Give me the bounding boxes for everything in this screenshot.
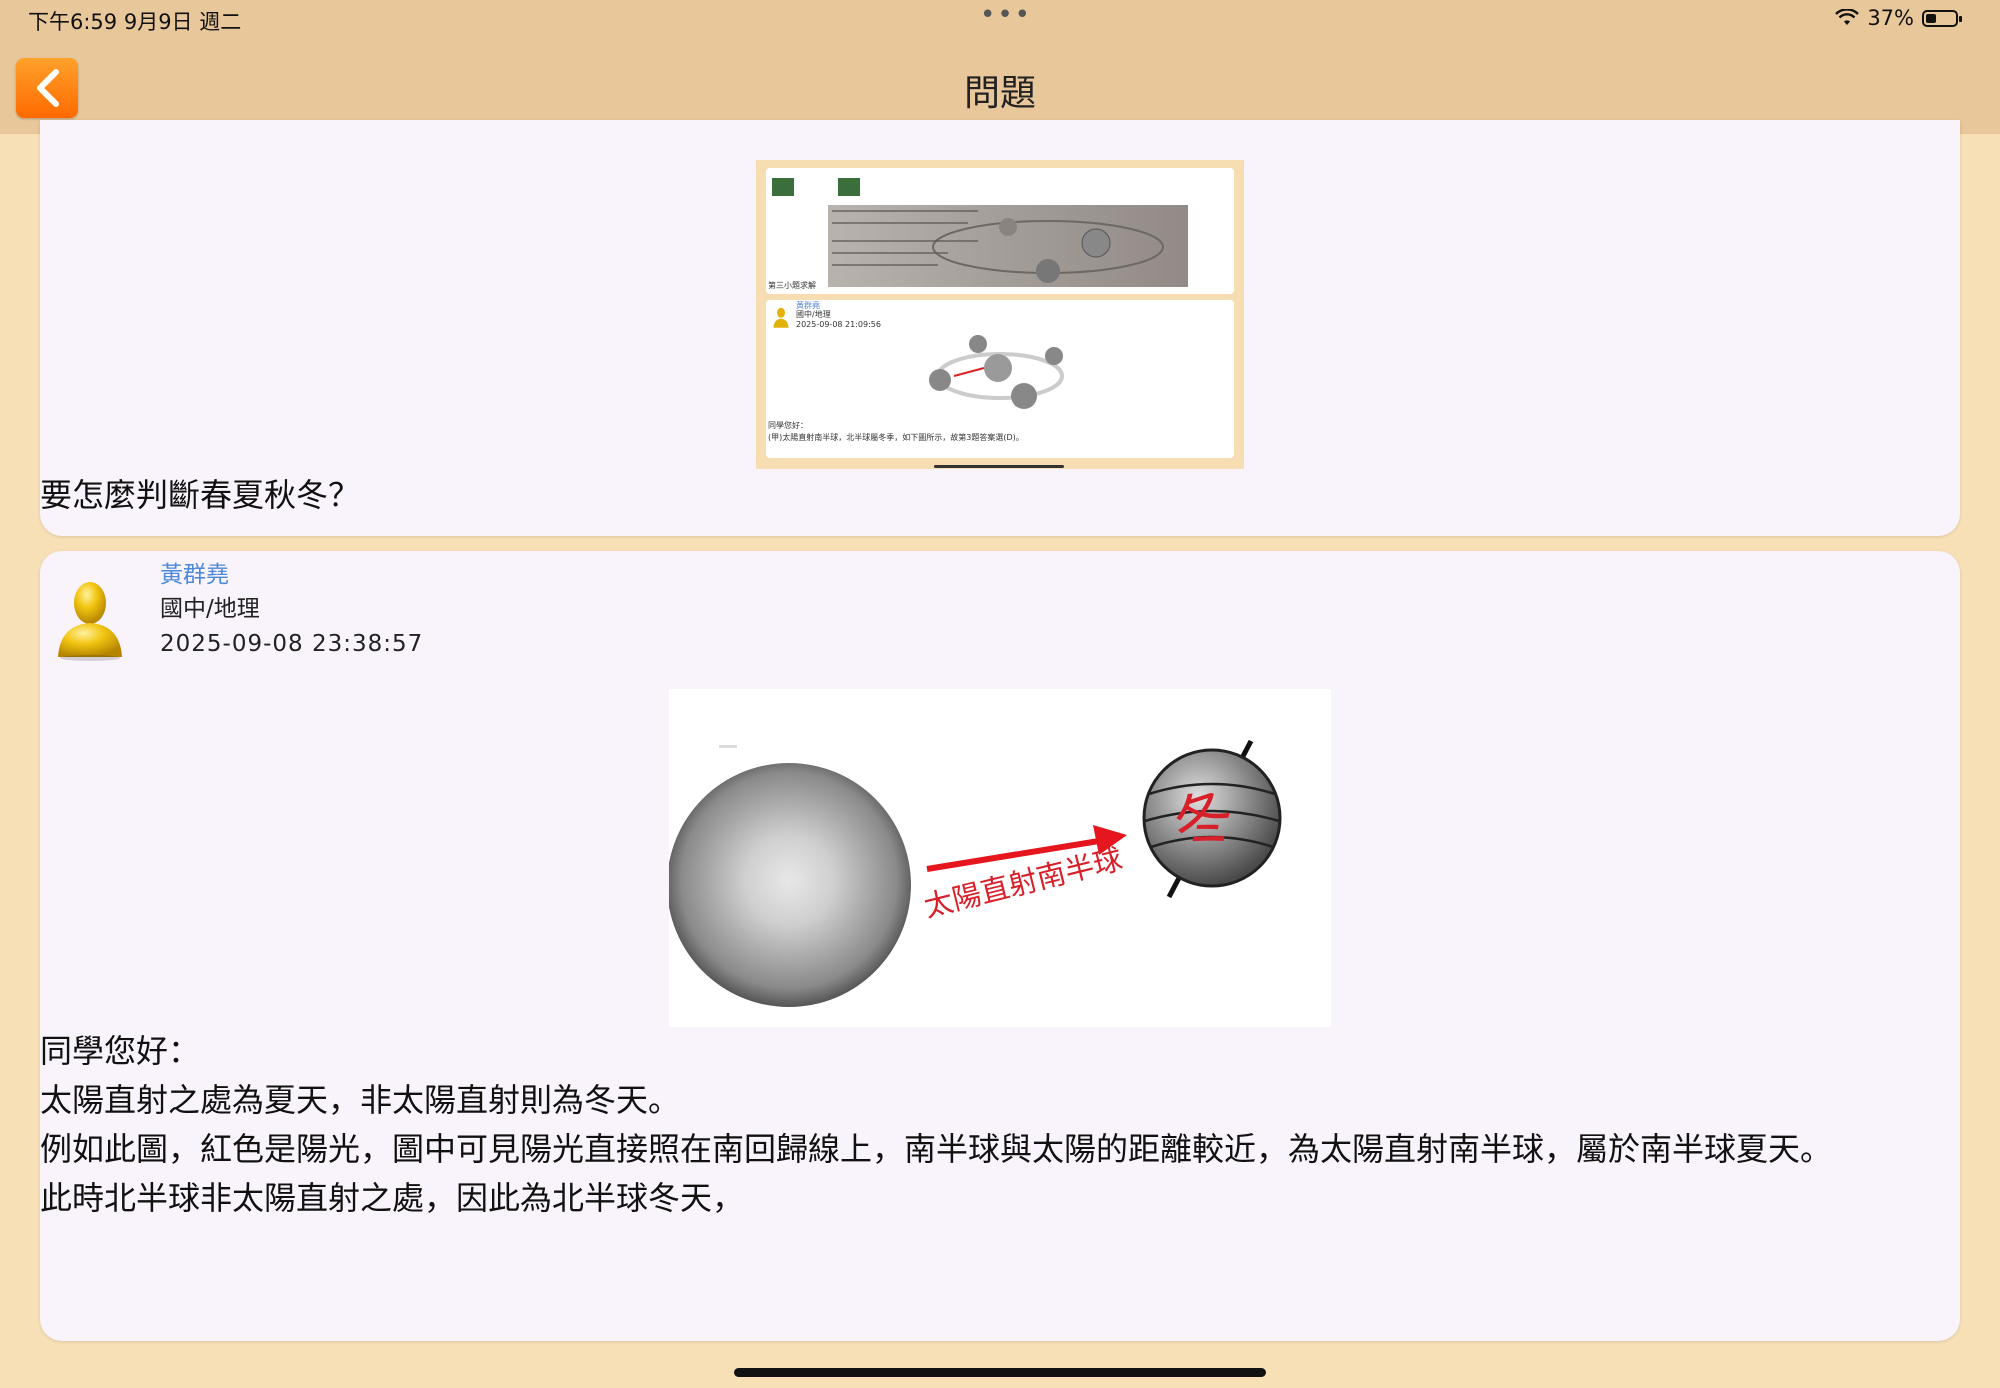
thumb-reply-panel: 黃群堯 國中/地理 2025-09-08 21:09:56 同學您好： (甲)太… <box>766 300 1234 458</box>
reply-line: 例如此圖，紅色是陽光，圖中可見陽光直接照在南回歸線上，南半球與太陽的距離較近，為… <box>40 1130 1833 1168</box>
reply-line: 此時北半球非太陽直射之處，因此為北半球冬天， <box>40 1179 745 1217</box>
reply-card: 黃群堯 國中/地理 2025-09-08 23:38:57 冬 太陽直射南半球 … <box>40 551 1960 1341</box>
battery-level <box>1926 13 1936 23</box>
battery-icon <box>1922 9 1962 27</box>
home-indicator[interactable] <box>734 1368 1266 1377</box>
wifi-icon <box>1835 9 1860 25</box>
thumb-avatar-icon <box>773 307 789 328</box>
reply-author-link[interactable]: 黃群堯 <box>160 555 229 589</box>
question-card: 第三小題求解 黃群堯 國中/地理 2025-09-08 21:09:56 同學您… <box>40 120 1960 536</box>
question-text: 要怎麼判斷春夏秋冬？ <box>40 476 361 514</box>
question-screenshot[interactable]: 第三小題求解 黃群堯 國中/地理 2025-09-08 21:09:56 同學您… <box>756 160 1244 469</box>
thumb-tag <box>838 178 860 196</box>
reply-line: 同學您好： <box>40 1032 201 1070</box>
status-time: 下午6:59 9月9日 週二 <box>28 10 242 34</box>
reply-diagram-image[interactable]: 冬 太陽直射南半球 <box>667 689 1331 1027</box>
status-indicators: 37% <box>1835 6 1962 30</box>
thumb-caption: 第三小題求解 <box>768 281 816 290</box>
page-title: 問題 <box>963 73 1036 114</box>
thumb-reply-line2: (甲)太陽直射南半球，北半球屬冬季，如下圖所示，故第3題答案選(D)。 <box>768 433 1024 442</box>
reply-line: 太陽直射之處為夏天，非太陽直射則為冬天。 <box>40 1081 681 1119</box>
thumb-tag <box>772 178 794 196</box>
sun-earth-diagram: 冬 太陽直射南半球 <box>667 689 1331 1027</box>
thumb-orbit-diagram <box>924 334 1078 416</box>
thumb-scanned-question <box>828 205 1188 287</box>
thumb-home-indicator <box>934 465 1064 468</box>
thumb-reply-subject: 國中/地理 <box>796 310 831 319</box>
multitask-dots[interactable]: ••• <box>980 0 1032 30</box>
thumb-reply-time: 2025-09-08 21:09:56 <box>796 320 881 329</box>
thumb-reply-line1: 同學您好： <box>768 421 808 430</box>
orbit-sketch <box>832 210 1164 283</box>
avatar <box>58 582 122 661</box>
battery-percent: 37% <box>1867 6 1914 30</box>
thumb-question-panel: 第三小題求解 <box>766 168 1234 294</box>
reply-timestamp: 2025-09-08 23:38:57 <box>160 631 424 657</box>
reply-body: 同學您好： 太陽直射之處為夏天，非太陽直射則為冬天。 例如此圖，紅色是陽光，圖中… <box>40 1027 1940 1223</box>
top-bar: 下午6:59 9月9日 週二 ••• 37% 問題 <box>0 0 2000 134</box>
reply-subject: 國中/地理 <box>160 596 260 622</box>
